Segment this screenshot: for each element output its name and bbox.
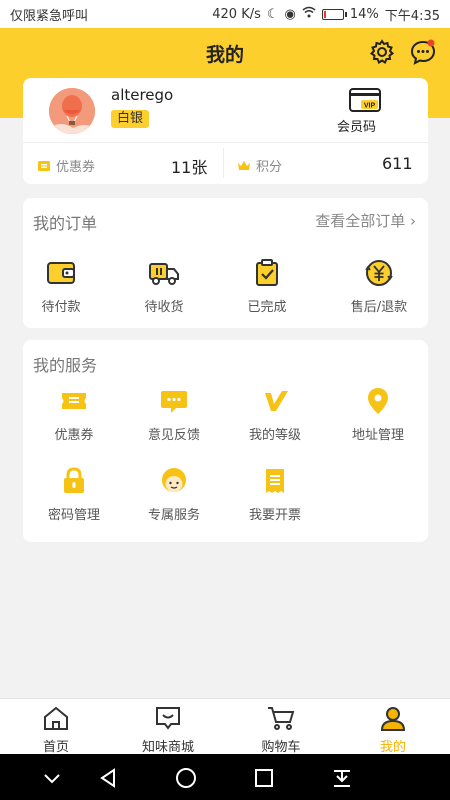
clock: 下午4:35	[384, 8, 440, 24]
service-item-label: 我要开票	[248, 508, 301, 523]
points-stat[interactable]: 积分	[237, 156, 282, 175]
service-item-coupons[interactable]: 优惠券	[29, 386, 119, 443]
invoice-icon	[266, 469, 284, 493]
service-item-address[interactable]: 地址管理	[333, 386, 423, 443]
points-value[interactable]: 611	[382, 154, 413, 173]
recents-icon[interactable]	[252, 766, 276, 790]
battery-percent: 14%	[349, 6, 379, 22]
tab-mine[interactable]: 我的	[348, 705, 438, 755]
vip-text: VIP	[364, 103, 376, 110]
chevron-down-icon[interactable]	[40, 766, 64, 790]
status-bar: 仅限紧急呼叫 420 K/s ☾ ◉ 14% 下午4:35	[0, 0, 450, 28]
services-title: 我的服务	[33, 356, 98, 375]
chevron-right-icon: ›	[410, 212, 416, 230]
tab-cart[interactable]: 购物车	[236, 705, 326, 755]
truck-icon	[149, 263, 179, 285]
coupons-value[interactable]: 11张	[171, 154, 207, 178]
divider	[223, 148, 224, 178]
profile-card: alterego 白银 VIP 会员码 优惠券 11张 积分 611	[23, 78, 428, 184]
yen-refund-icon	[365, 260, 393, 286]
order-item-pending-payment[interactable]: 待付款	[16, 258, 106, 315]
tab-mall[interactable]: 知味商城	[123, 705, 213, 755]
coupon-icon	[62, 393, 86, 409]
lock-icon	[64, 467, 84, 493]
feedback-icon	[161, 391, 187, 413]
avatar[interactable]	[49, 88, 95, 134]
battery-icon	[321, 8, 347, 20]
order-item-label: 售后/退款	[350, 300, 408, 315]
service-item-level[interactable]: 我的等级	[230, 386, 320, 443]
orders-card: 我的订单 查看全部订单 › 待付款 待收货 已完成 售后/退款	[23, 198, 428, 328]
member-code-label[interactable]: 会员码	[337, 116, 376, 135]
status-left-text: 仅限紧急呼叫	[10, 8, 89, 24]
points-label: 积分	[256, 160, 283, 175]
level-badge: 白银	[111, 110, 150, 128]
gear-icon[interactable]	[368, 38, 396, 66]
view-all-orders-label: 查看全部订单	[315, 212, 406, 230]
services-card: 我的服务 优惠券 意见反馈 我的等级 地址管理 密码管理 专属服务 我要开票	[23, 340, 428, 542]
service-item-exclusive[interactable]: 专属服务	[129, 466, 219, 523]
location-icon	[368, 388, 388, 414]
back-icon[interactable]	[96, 766, 120, 790]
username: alterego	[111, 86, 174, 104]
order-item-completed[interactable]: 已完成	[222, 258, 312, 315]
home-circle-icon[interactable]	[174, 766, 198, 790]
tab-label: 首页	[42, 740, 69, 755]
tab-home[interactable]: 首页	[11, 705, 101, 755]
order-item-pending-delivery[interactable]: 待收货	[119, 258, 209, 315]
mall-icon	[156, 707, 180, 730]
status-right: 420 K/s ☾ ◉ 14% 下午4:35	[212, 5, 440, 24]
service-item-invoice[interactable]: 我要开票	[230, 466, 320, 523]
system-nav-bar	[0, 754, 450, 800]
tab-label: 我的	[379, 740, 406, 755]
order-item-label: 待付款	[41, 300, 81, 315]
home-icon	[44, 706, 68, 730]
service-item-password[interactable]: 密码管理	[29, 466, 119, 523]
view-all-orders-link[interactable]: 查看全部订单 ›	[315, 210, 416, 231]
eye-icon: ◉	[284, 6, 296, 22]
tab-label: 知味商城	[141, 740, 194, 755]
order-item-label: 待收货	[144, 300, 184, 315]
service-item-label: 地址管理	[351, 428, 404, 443]
coupons-stat[interactable]: 优惠券	[37, 156, 95, 175]
tab-label: 购物车	[261, 740, 301, 755]
order-item-refund[interactable]: 售后/退款	[334, 258, 424, 315]
net-speed: 420 K/s	[212, 6, 261, 22]
bottom-tab-bar: 首页 知味商城 购物车 我的	[0, 698, 450, 755]
orders-title: 我的订单	[33, 214, 98, 233]
notification-pull-icon[interactable]	[330, 766, 354, 790]
ticket-icon	[38, 160, 50, 171]
service-item-label: 我的等级	[248, 428, 301, 443]
divider	[23, 142, 428, 143]
moon-icon: ☾	[266, 6, 279, 22]
level-icon	[265, 391, 288, 411]
battery-fill	[323, 10, 326, 18]
crown-icon	[238, 160, 250, 170]
wallet-icon	[47, 262, 75, 284]
clipboard-check-icon	[256, 259, 278, 286]
service-item-feedback[interactable]: 意见反馈	[129, 386, 219, 443]
service-item-label: 优惠券	[54, 428, 94, 443]
service-item-label: 意见反馈	[147, 428, 200, 443]
user-icon	[380, 707, 406, 731]
chat-bubble-icon[interactable]	[409, 38, 437, 66]
coupons-label: 优惠券	[56, 160, 96, 175]
service-agent-icon	[162, 468, 186, 492]
cart-icon	[268, 707, 295, 730]
wifi-icon	[302, 6, 316, 22]
service-item-label: 密码管理	[47, 508, 100, 523]
order-item-label: 已完成	[247, 300, 287, 315]
service-item-label: 专属服务	[147, 508, 200, 523]
